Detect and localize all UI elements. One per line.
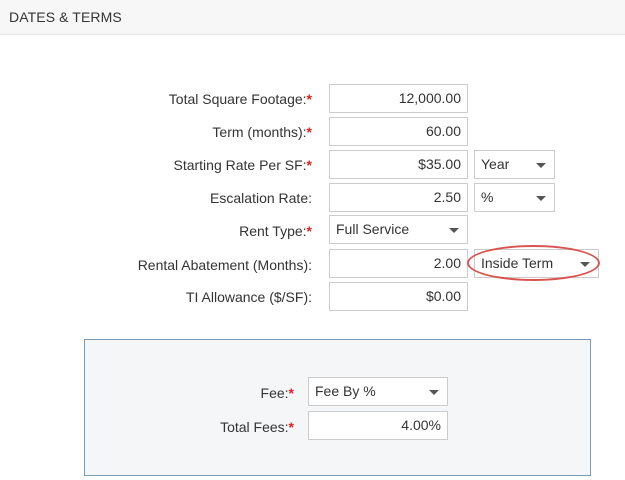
abatement-timing-select[interactable]: Inside Term	[474, 249, 599, 278]
section-header: DATES & TERMS	[0, 0, 625, 35]
fee-type-value: Fee By %	[315, 383, 376, 399]
rent-type-label: Rent Type:*	[239, 223, 312, 239]
escalation-rate-label-text: Escalation Rate:	[210, 190, 312, 206]
escalation-rate-input[interactable]: 2.50	[329, 183, 468, 212]
rental-abatement-input[interactable]: 2.00	[329, 249, 468, 278]
rate-period-select[interactable]: Year	[474, 150, 555, 179]
total-fees-input[interactable]: 4.00%	[308, 411, 448, 440]
required-marker: *	[306, 124, 312, 140]
rent-type-select[interactable]: Full Service	[329, 215, 468, 244]
chevron-down-icon	[536, 163, 546, 168]
chevron-down-icon	[449, 228, 459, 233]
ti-allowance-label: TI Allowance ($/SF):	[186, 289, 312, 305]
starting-rate-label: Starting Rate Per SF:*	[173, 157, 312, 173]
required-marker: *	[306, 91, 312, 107]
ti-allowance-input[interactable]: $0.00	[329, 282, 468, 311]
total-square-footage-label-text: Total Square Footage:	[168, 91, 307, 107]
total-square-footage-input[interactable]: 12,000.00	[329, 84, 468, 113]
chevron-down-icon	[429, 390, 439, 395]
escalation-unit-value: %	[481, 189, 494, 205]
required-marker: *	[288, 419, 294, 435]
abatement-timing-value: Inside Term	[481, 255, 554, 271]
escalation-unit-select[interactable]: %	[474, 183, 555, 212]
section-title: DATES & TERMS	[9, 9, 122, 25]
total-square-footage-label: Total Square Footage:*	[169, 91, 312, 107]
total-fees-label-text: Total Fees:	[220, 419, 289, 435]
chevron-down-icon	[536, 196, 546, 201]
starting-rate-input[interactable]: $35.00	[329, 150, 468, 179]
chevron-down-icon	[580, 262, 590, 267]
ti-allowance-label-text: TI Allowance ($/SF):	[185, 289, 312, 305]
total-fees-label: Total Fees:*	[220, 419, 294, 435]
term-months-label-text: Term (months):	[212, 124, 307, 140]
rental-abatement-label: Rental Abatement (Months):	[138, 257, 312, 273]
rent-type-label-text: Rent Type:	[239, 223, 307, 239]
fee-panel	[84, 339, 591, 476]
fee-label: Fee:*	[261, 385, 294, 401]
rental-abatement-label-text: Rental Abatement (Months):	[137, 257, 312, 273]
fee-type-select[interactable]: Fee By %	[308, 377, 448, 406]
starting-rate-label-text: Starting Rate Per SF:	[173, 157, 307, 173]
term-months-input[interactable]: 60.00	[329, 117, 468, 146]
required-marker: *	[288, 385, 294, 401]
required-marker: *	[306, 157, 312, 173]
fee-label-text: Fee:	[260, 385, 289, 401]
escalation-rate-label: Escalation Rate:	[210, 190, 312, 206]
term-months-label: Term (months):*	[212, 124, 312, 140]
rent-type-value: Full Service	[336, 221, 410, 237]
rate-period-value: Year	[481, 156, 510, 172]
required-marker: *	[306, 223, 312, 239]
